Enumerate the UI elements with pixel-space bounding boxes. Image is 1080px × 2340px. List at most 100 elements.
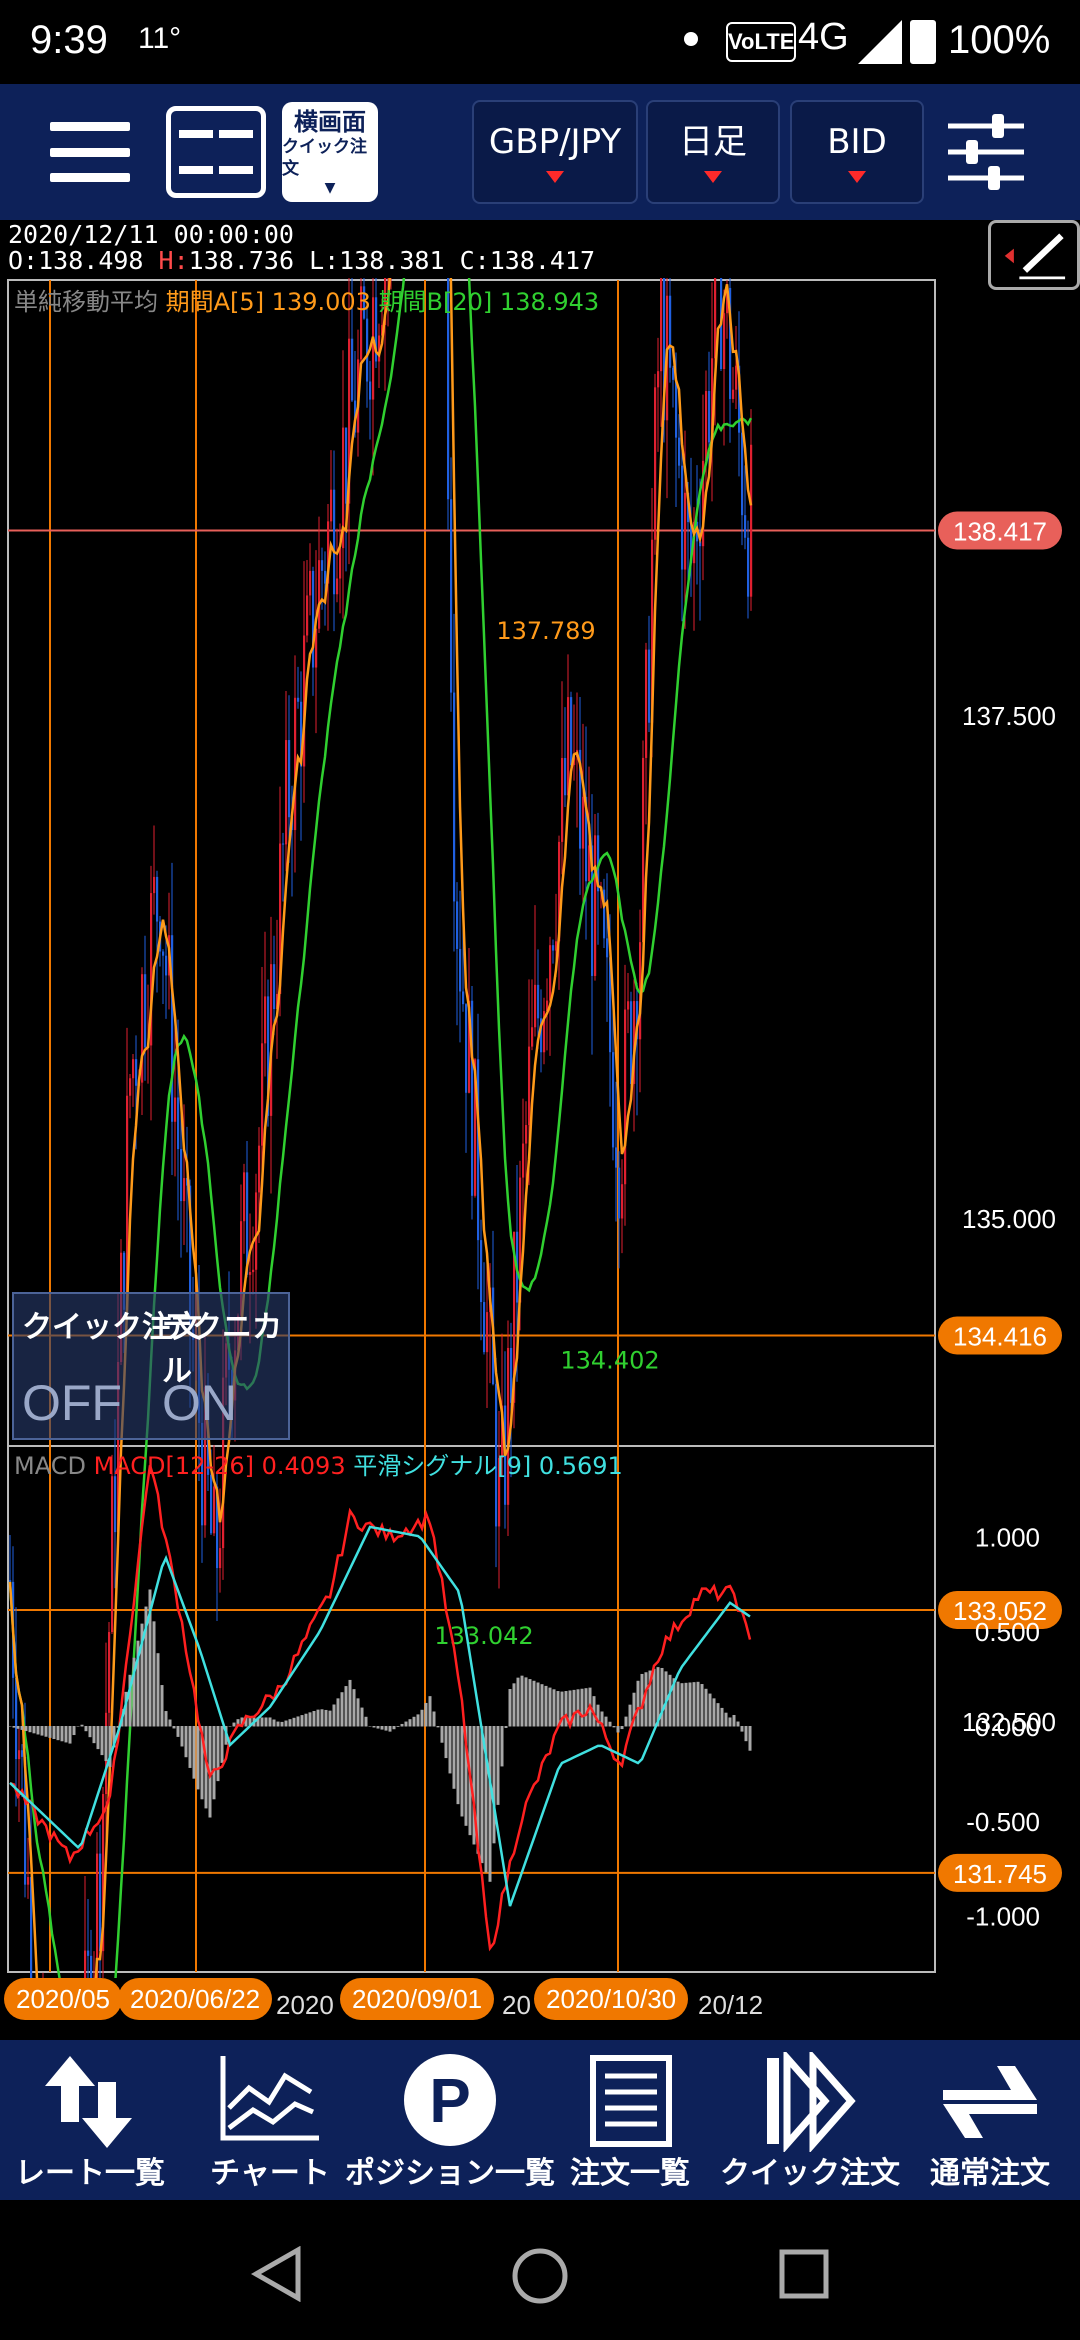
macd-histogram-bar (328, 1710, 332, 1727)
candle-body (618, 1167, 621, 1219)
macd-histogram-bar (64, 1726, 68, 1743)
system-navigation (0, 2200, 1080, 2340)
macd-histogram-bar (40, 1726, 44, 1736)
back-icon[interactable] (250, 2246, 302, 2302)
nav-position-list[interactable]: P ポジション一覧 (345, 2040, 555, 2200)
candle-body (261, 1043, 264, 1146)
macd-histogram-bar (304, 1713, 308, 1727)
macd-histogram-bar (172, 1726, 176, 1729)
macd-histogram-bar (192, 1726, 196, 1779)
macd-histogram-bar (520, 1675, 524, 1727)
macd-histogram-bar (232, 1722, 236, 1727)
macd-histogram-bar (332, 1704, 336, 1727)
signal-icon (858, 20, 902, 64)
candle-body (243, 1172, 246, 1222)
macd-histogram-bar (284, 1720, 288, 1727)
home-icon[interactable] (510, 2246, 570, 2306)
candle-body (750, 444, 753, 597)
landscape-quick-order-button[interactable]: 横画面 クイック注文 ▼ (282, 102, 378, 202)
macd-histogram-bar (492, 1726, 496, 1844)
nav-label: レート一覧 (15, 2157, 165, 2190)
price-type-select[interactable]: BID (790, 100, 924, 204)
macd-histogram-bar (576, 1689, 580, 1727)
macd-histogram-bar (104, 1726, 108, 1762)
sma-legend: 単純移動平均 期間A[5] 139.003 期間B[20] 138.943 (14, 288, 599, 316)
macd-histogram-bar (512, 1683, 516, 1727)
candle-body (330, 489, 333, 522)
date-label: 20 (502, 1990, 531, 2020)
candle-body (459, 948, 462, 992)
macd-histogram-bar (388, 1726, 392, 1732)
macd-histogram-bar (356, 1698, 360, 1727)
nav-order-list[interactable]: 注文一覧 (540, 2040, 720, 2200)
macd-histogram-bar (428, 1696, 432, 1727)
chart-icon (220, 2056, 319, 2141)
macd-histogram-bar (56, 1726, 60, 1741)
candle-body (681, 465, 684, 570)
candle-body (708, 391, 711, 443)
candle-body (27, 1877, 30, 1885)
candle-body (144, 974, 147, 1048)
status-temperature: 11° (138, 22, 182, 55)
macd-histogram-bar (444, 1726, 448, 1759)
candle-body (18, 1750, 21, 1760)
price-type-label: BID (827, 122, 887, 162)
currency-pair-select[interactable]: GBP/JPY (472, 100, 638, 204)
currency-pair-label: GBP/JPY (488, 122, 622, 162)
open-label: O: (8, 246, 39, 275)
candle-body (723, 313, 726, 369)
candle-body (477, 1059, 480, 1241)
macd-histogram-bar (540, 1684, 544, 1727)
macd-histogram-bar (80, 1724, 84, 1727)
macd-histogram-bar (96, 1726, 100, 1750)
technical-toggle[interactable]: ON (162, 1374, 237, 1432)
macd-histogram-bar (448, 1726, 452, 1774)
macd-histogram-bar (708, 1693, 712, 1727)
timeframe-select[interactable]: 日足 (646, 100, 780, 204)
nav-chart[interactable]: チャート (180, 2040, 360, 2200)
macd-histogram-bar (652, 1668, 656, 1727)
price-tag-label: 138.417 (953, 516, 1047, 546)
price-axis-label: 135.000 (962, 1204, 1056, 1234)
settings-sliders-icon[interactable] (944, 112, 1028, 192)
candle-body (507, 1347, 510, 1505)
menu-button[interactable] (48, 122, 132, 182)
macd-title: MACD (14, 1452, 94, 1480)
macd-histogram-bar (220, 1726, 224, 1763)
candle-body (564, 758, 567, 796)
macd-histogram-bar (680, 1683, 684, 1727)
macd-histogram-bar (292, 1717, 296, 1727)
macd-histogram-bar (260, 1717, 264, 1727)
nav-rate-list[interactable]: レート一覧 (0, 2040, 180, 2200)
macd-histogram-bar (152, 1621, 156, 1727)
order-list-icon (590, 2055, 672, 2147)
macd-histogram-bar (296, 1716, 300, 1727)
notification-dot-icon (684, 32, 698, 46)
price-chart[interactable]: 142.730140.315138.417134.416133.052131.7… (0, 278, 1080, 1978)
status-bar: 9:39 11° VoLTE 4G 100% (0, 0, 1080, 84)
macd-histogram-bar (100, 1726, 104, 1756)
macd-histogram-bar (480, 1726, 484, 1864)
macd-histogram-bar (636, 1680, 640, 1727)
candle-body (213, 1486, 216, 1534)
candle-body (480, 1240, 483, 1303)
candle-body (258, 1145, 261, 1193)
nav-normal-order[interactable]: 通常注文 (900, 2040, 1080, 2200)
recents-icon[interactable] (778, 2248, 830, 2300)
candle-body (306, 595, 309, 636)
nav-quick-order[interactable]: クイック注文 (720, 2040, 900, 2200)
candle-body (675, 379, 678, 438)
candle-body (657, 371, 660, 388)
macd-histogram-bar (532, 1680, 536, 1727)
timeframe-label: 日足 (679, 122, 747, 162)
macd-histogram-bar (436, 1726, 440, 1728)
ohlc-info: 2020/12/11 00:00:00 O:138.498 H:138.736 … (0, 220, 1080, 278)
macd-histogram-bar (404, 1721, 408, 1727)
macd-histogram-bar (740, 1726, 744, 1732)
date-tag: 2020/05 (4, 1978, 122, 2020)
macd-histogram-bar (604, 1716, 608, 1727)
candle-body (177, 1097, 180, 1150)
macd-histogram-bar (12, 1726, 16, 1728)
layout-grid-button[interactable] (166, 106, 266, 198)
quick-order-toggle[interactable]: OFF (22, 1374, 122, 1432)
